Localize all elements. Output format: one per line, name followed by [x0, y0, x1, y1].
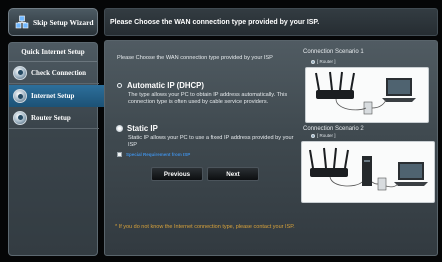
- skip-setup-wizard-label: Skip Setup Wizard: [33, 17, 94, 27]
- special-requirement-option[interactable]: Special Requirement from ISP: [117, 152, 190, 157]
- router-tag-label: [ Router ]: [317, 133, 336, 138]
- static-ip-description: Static IP allows your PC to use a fixed …: [128, 135, 294, 148]
- sidebar-item-check-connection[interactable]: Check Connection: [9, 62, 99, 84]
- step-icon: [13, 110, 27, 125]
- option-static-ip[interactable]: Static IP Static IP allows your PC to us…: [117, 124, 295, 148]
- step-icon: [13, 65, 27, 80]
- router-tag-label: [ Router ]: [317, 59, 336, 64]
- router-dot-icon: [311, 133, 315, 138]
- sidebar-item-label: Internet Setup: [31, 92, 75, 100]
- next-button[interactable]: Next: [207, 167, 259, 181]
- previous-button[interactable]: Previous: [151, 167, 203, 181]
- static-ip-radio[interactable]: [117, 126, 122, 131]
- network-icon: [15, 15, 29, 29]
- scenario-1-diagram: [305, 67, 429, 123]
- dhcp-description: The type allows your PC to obtain IP add…: [128, 92, 288, 105]
- scenario-2-router-tag: [ Router ]: [311, 133, 336, 138]
- page-title: Please Choose the WAN connection type pr…: [110, 18, 320, 26]
- sidebar-item-internet-setup[interactable]: Internet Setup: [9, 85, 111, 107]
- page-title-bar: Please Choose the WAN connection type pr…: [104, 8, 438, 36]
- step-icon: [13, 89, 27, 103]
- dhcp-radio[interactable]: [117, 83, 122, 88]
- scenario-1-router-tag: [ Router ]: [311, 59, 336, 64]
- dhcp-title: Automatic IP (DHCP): [127, 81, 204, 90]
- scenario-2-label: Connection Scenario 2: [303, 126, 364, 132]
- quick-internet-setup-title: Quick Internet Setup: [9, 43, 97, 62]
- scenario-1-label: Connection Scenario 1: [303, 49, 364, 55]
- footnote: * If you do not know the Internet connec…: [115, 224, 295, 230]
- router-dot-icon: [311, 59, 315, 64]
- static-ip-title: Static IP: [127, 124, 158, 133]
- skip-setup-wizard-button[interactable]: Skip Setup Wizard: [8, 8, 98, 36]
- intro-text: Please Choose the WAN connection type pr…: [117, 55, 273, 61]
- scenario-2-diagram: [301, 141, 435, 203]
- option-dhcp[interactable]: Automatic IP (DHCP) The type allows your…: [117, 81, 295, 105]
- special-requirement-checkbox[interactable]: [117, 152, 122, 157]
- wan-type-panel: Please Choose the WAN connection type pr…: [104, 40, 438, 256]
- sidebar-item-router-setup[interactable]: Router Setup: [9, 107, 99, 129]
- sidebar-item-label: Router Setup: [31, 113, 71, 122]
- quick-internet-setup-panel: Quick Internet Setup Check Connection In…: [8, 42, 111, 256]
- sidebar-item-label: Check Connection: [31, 68, 87, 77]
- special-requirement-label: Special Requirement from ISP: [126, 152, 191, 157]
